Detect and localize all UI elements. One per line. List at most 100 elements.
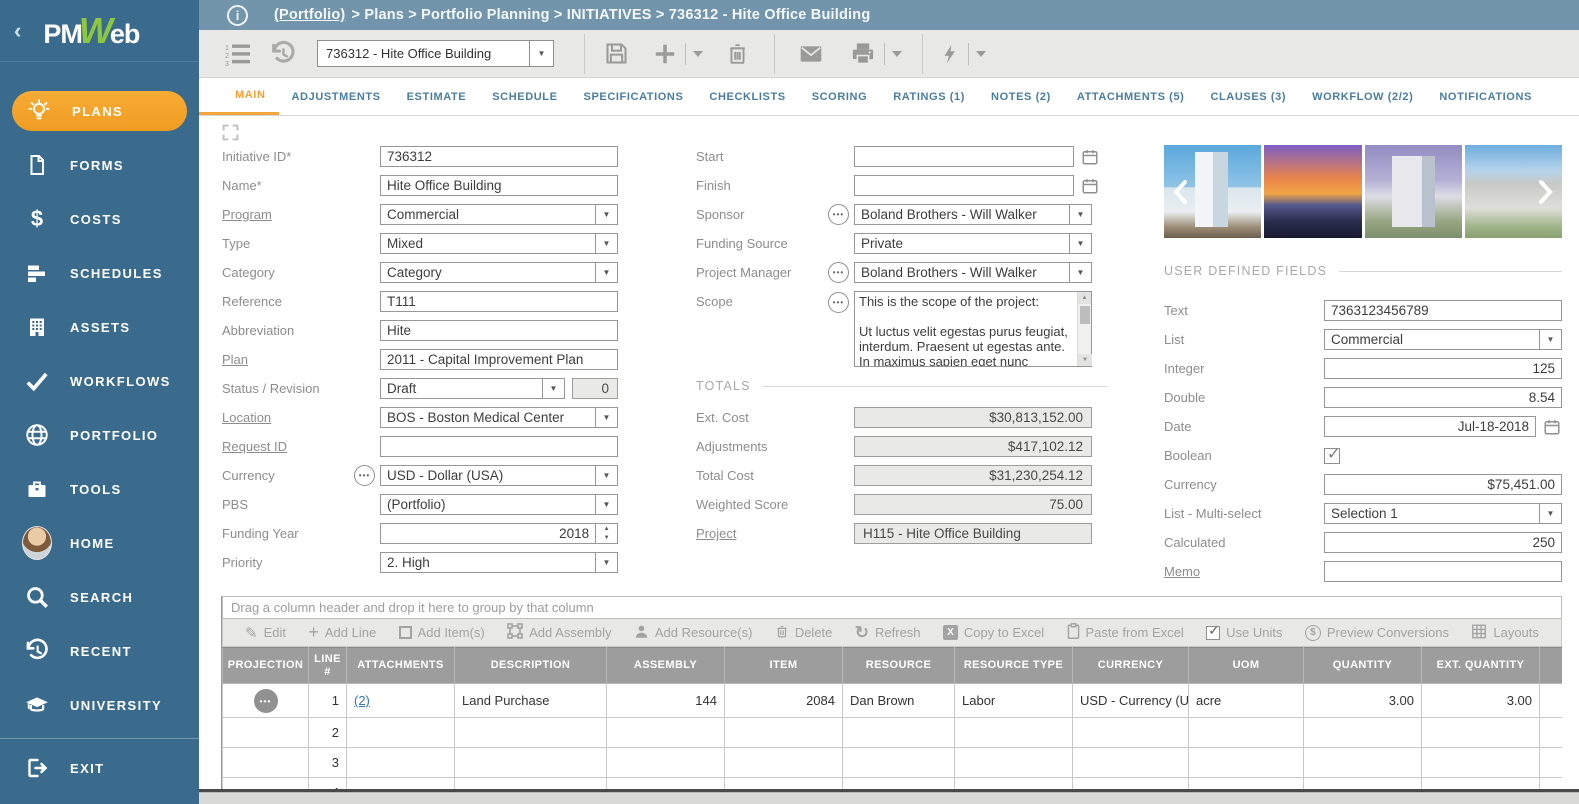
item-cell[interactable] xyxy=(725,718,843,748)
tab-estimate[interactable]: ESTIMATE xyxy=(394,78,480,115)
priority-select[interactable]: 2. High▼ xyxy=(380,552,618,573)
plan-link[interactable]: Plan xyxy=(222,352,248,367)
group-by-bar[interactable]: Drag a column header and drop it here to… xyxy=(222,596,1562,619)
column-header[interactable]: CURRENCY xyxy=(1073,648,1189,684)
tab-specifications[interactable]: SPECIFICATIONS xyxy=(571,78,697,115)
description-cell[interactable] xyxy=(455,748,607,778)
calendar-icon[interactable] xyxy=(1081,177,1099,195)
sidebar-item-recent[interactable]: RECENT xyxy=(0,624,199,678)
resource-cell[interactable] xyxy=(843,718,955,748)
udf-currency-field[interactable] xyxy=(1324,474,1562,495)
project-manager-select[interactable]: Boland Brothers - Will Walker▼ xyxy=(854,262,1092,283)
column-header[interactable]: EXT. QUANTITY xyxy=(1422,648,1540,684)
sidebar-item-university[interactable]: UNIVERSITY xyxy=(0,678,199,732)
carousel-next-icon[interactable] xyxy=(1538,179,1554,210)
add-items-button[interactable]: Add Item(s) xyxy=(399,625,485,640)
ext-quantity-cell[interactable] xyxy=(1422,748,1540,778)
currency-select[interactable]: USD - Dollar (USA)▼ xyxy=(380,465,618,486)
udf-integer-field[interactable] xyxy=(1324,358,1562,379)
description-cell[interactable]: Land Purchase xyxy=(455,684,607,718)
history-icon[interactable] xyxy=(269,40,297,68)
item-cell[interactable] xyxy=(725,778,843,790)
column-header[interactable]: ASSEMBLY xyxy=(607,648,725,684)
resource-cell[interactable]: Dan Brown xyxy=(843,684,955,718)
uom-cell[interactable] xyxy=(1189,718,1304,748)
currency-cell[interactable]: USD - Currency (USA) xyxy=(1073,684,1189,718)
calendar-icon[interactable] xyxy=(1081,148,1099,166)
use-units-toggle[interactable]: ✓Use Units xyxy=(1206,625,1282,640)
scope-lookup-button[interactable]: ••• xyxy=(828,292,849,313)
project-link[interactable]: Project xyxy=(696,526,736,541)
grid-delete-button[interactable]: Delete xyxy=(775,624,833,642)
name-field[interactable] xyxy=(380,175,618,196)
sidebar-item-exit[interactable]: EXIT xyxy=(0,741,199,795)
chevron-down-icon[interactable]: ▼ xyxy=(595,205,617,224)
tab-checklists[interactable]: CHECKLISTS xyxy=(696,78,798,115)
chevron-down-icon[interactable]: ▼ xyxy=(595,234,617,253)
column-header[interactable]: RESOURCE TYPE xyxy=(955,648,1073,684)
sidebar-item-home[interactable]: HOME xyxy=(0,516,199,570)
refresh-button[interactable]: ↻Refresh xyxy=(855,623,921,643)
sponsor-select[interactable]: Boland Brothers - Will Walker▼ xyxy=(854,204,1092,225)
udf-memo-field[interactable] xyxy=(1324,561,1562,582)
add-menu-caret[interactable] xyxy=(685,43,703,65)
funding-source-select[interactable]: Private▼ xyxy=(854,233,1092,254)
tab-adjustments[interactable]: ADJUSTMENTS xyxy=(279,78,394,115)
ext-quantity-cell[interactable] xyxy=(1422,718,1540,748)
column-header[interactable]: ITEM xyxy=(725,648,843,684)
initiative-id-field[interactable] xyxy=(380,146,618,167)
tab-main[interactable]: MAIN xyxy=(199,78,279,115)
program-link[interactable]: Program xyxy=(222,207,272,222)
quantity-cell[interactable] xyxy=(1304,748,1422,778)
copy-to-excel-button[interactable]: XCopy to Excel xyxy=(943,625,1044,640)
sidebar-item-costs[interactable]: $ SCHEDULES COSTS xyxy=(0,192,199,246)
udf-text-field[interactable] xyxy=(1324,300,1562,321)
resource-type-cell[interactable] xyxy=(955,748,1073,778)
assembly-cell[interactable] xyxy=(607,718,725,748)
chevron-down-icon[interactable]: ▼ xyxy=(1069,263,1091,282)
program-select[interactable]: Commercial▼ xyxy=(380,204,618,225)
udf-list-select[interactable]: Commercial▼ xyxy=(1324,329,1562,350)
delete-button[interactable] xyxy=(725,41,750,67)
uom-cell[interactable] xyxy=(1189,778,1304,790)
resource-cell[interactable] xyxy=(843,748,955,778)
assembly-cell[interactable]: 144 xyxy=(607,684,725,718)
sidebar-item-workflows[interactable]: WORKFLOWS xyxy=(0,354,199,408)
request-id-field[interactable] xyxy=(380,436,618,457)
resource-cell[interactable] xyxy=(843,778,955,790)
udf-boolean-checkbox[interactable]: ✓ xyxy=(1324,448,1340,464)
chevron-down-icon[interactable]: ▼ xyxy=(1539,504,1561,523)
tab-schedule[interactable]: SCHEDULE xyxy=(479,78,570,115)
sidebar-item-assets[interactable]: ASSETS xyxy=(0,300,199,354)
project-manager-lookup-button[interactable]: ••• xyxy=(828,262,849,283)
description-cell[interactable] xyxy=(455,778,607,790)
calendar-icon[interactable] xyxy=(1543,418,1561,436)
sidebar-item-plans[interactable]: PLANS xyxy=(12,91,187,131)
start-date-field[interactable] xyxy=(854,146,1074,167)
add-button[interactable] xyxy=(652,41,678,67)
column-header[interactable]: LINE # xyxy=(309,648,347,684)
column-header[interactable]: UOM xyxy=(1189,648,1304,684)
uom-cell[interactable] xyxy=(1189,748,1304,778)
funding-year-field[interactable] xyxy=(381,524,595,543)
chevron-down-icon[interactable]: ▼ xyxy=(542,379,564,398)
sidebar-item-search[interactable]: SEARCH xyxy=(0,570,199,624)
uom-cell[interactable]: acre xyxy=(1189,684,1304,718)
column-header[interactable]: PROJECTION xyxy=(223,648,309,684)
drag-handle-icon[interactable] xyxy=(222,124,239,146)
tab-attachments[interactable]: ATTACHMENTS (5) xyxy=(1064,78,1198,115)
breadcrumb-portfolio-link[interactable]: (Portfolio) xyxy=(274,7,345,23)
chevron-down-icon[interactable]: ▼ xyxy=(595,495,617,514)
print-button[interactable] xyxy=(849,40,877,67)
udf-double-field[interactable] xyxy=(1324,387,1562,408)
memo-link[interactable]: Memo xyxy=(1164,564,1200,579)
location-select[interactable]: BOS - Boston Medical Center▼ xyxy=(380,407,618,428)
attachments-link[interactable]: (2) xyxy=(354,693,370,708)
status-select[interactable]: Draft▼ xyxy=(380,378,565,399)
tab-workflow[interactable]: WORKFLOW (2/2) xyxy=(1299,78,1426,115)
ext-quantity-cell[interactable] xyxy=(1422,778,1540,790)
udf-multiselect[interactable]: Selection 1▼ xyxy=(1324,503,1562,524)
currency-cell[interactable] xyxy=(1073,748,1189,778)
chevron-down-icon[interactable]: ▼ xyxy=(1069,234,1091,253)
horizontal-scrollbar[interactable] xyxy=(199,792,1579,804)
